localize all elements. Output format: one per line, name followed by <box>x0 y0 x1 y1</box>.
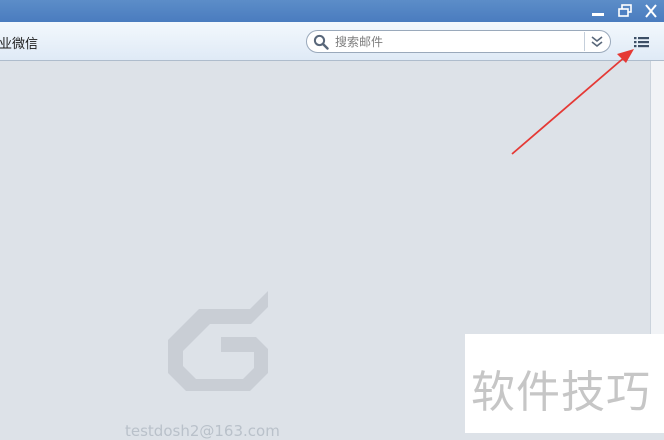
search-divider <box>584 32 585 51</box>
list-menu-icon[interactable] <box>631 33 653 51</box>
account-email: testdosh2@163.com <box>125 422 280 440</box>
watermark-text: 软件技巧 <box>471 367 651 418</box>
double-chevron-down-icon[interactable] <box>588 33 606 50</box>
watermark: 软件技巧 <box>465 334 664 433</box>
restore-icon[interactable] <box>616 2 634 20</box>
mail-logo-icon <box>168 291 268 391</box>
window-titlebar <box>0 0 664 22</box>
minimize-icon[interactable] <box>589 2 607 20</box>
close-icon[interactable] <box>642 2 660 20</box>
toolbar: 业微信 <box>0 22 664 61</box>
search-input[interactable] <box>335 32 581 51</box>
enterprise-wechat-link[interactable]: 业微信 <box>0 33 38 52</box>
search-box[interactable] <box>306 30 611 53</box>
search-icon[interactable] <box>313 34 329 50</box>
